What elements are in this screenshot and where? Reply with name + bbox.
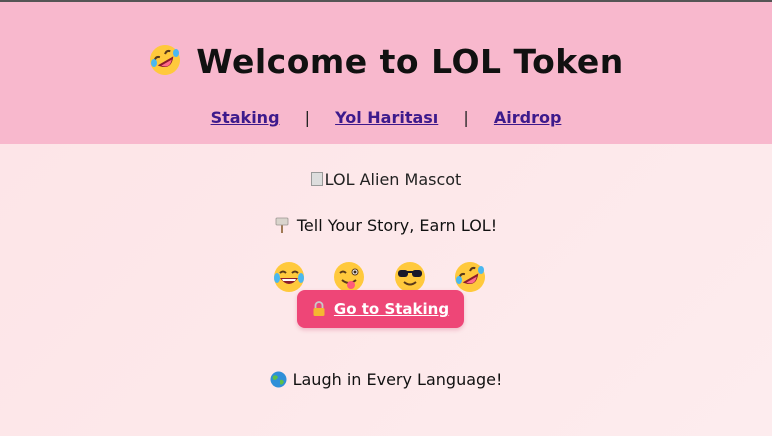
nav-separator: | [463,108,469,127]
go-to-staking-button[interactable]: Go to Staking [297,290,464,328]
story-heading: Tell Your Story, Earn LOL! [0,216,772,235]
tears-of-joy-emoji-icon [274,262,304,292]
nav-link-roadmap[interactable]: Yol Haritası [335,108,438,127]
laugh-heading: Laugh in Every Language! [0,370,772,389]
lock-icon [313,301,325,316]
sunglasses-emoji-icon [395,262,425,292]
main-nav: Staking | Yol Haritası | Airdrop [0,108,772,127]
nav-separator: | [304,108,310,127]
mascot-alt-text: LOL Alien Mascot [324,170,462,189]
nav-link-airdrop[interactable]: Airdrop [494,108,562,127]
site-header: Welcome to LOL Token Staking | Yol Harit… [0,2,772,144]
laugh-text: Laugh in Every Language! [292,370,503,389]
nav-link-staking[interactable]: Staking [211,108,280,127]
winking-tongue-emoji-icon [334,262,364,292]
globe-icon [270,371,287,388]
broken-image-icon [310,172,323,186]
page-title: Welcome to LOL Token [0,42,772,81]
go-to-staking-label: Go to Staking [333,300,450,318]
signpost-icon [275,217,289,233]
rolling-laughing-emoji-icon [455,262,485,292]
page-title-text: Welcome to LOL Token [196,42,624,81]
mascot-image: LOL Alien Mascot [0,170,772,189]
rolling-laughing-emoji-icon [150,45,181,75]
story-text: Tell Your Story, Earn LOL! [296,216,498,235]
